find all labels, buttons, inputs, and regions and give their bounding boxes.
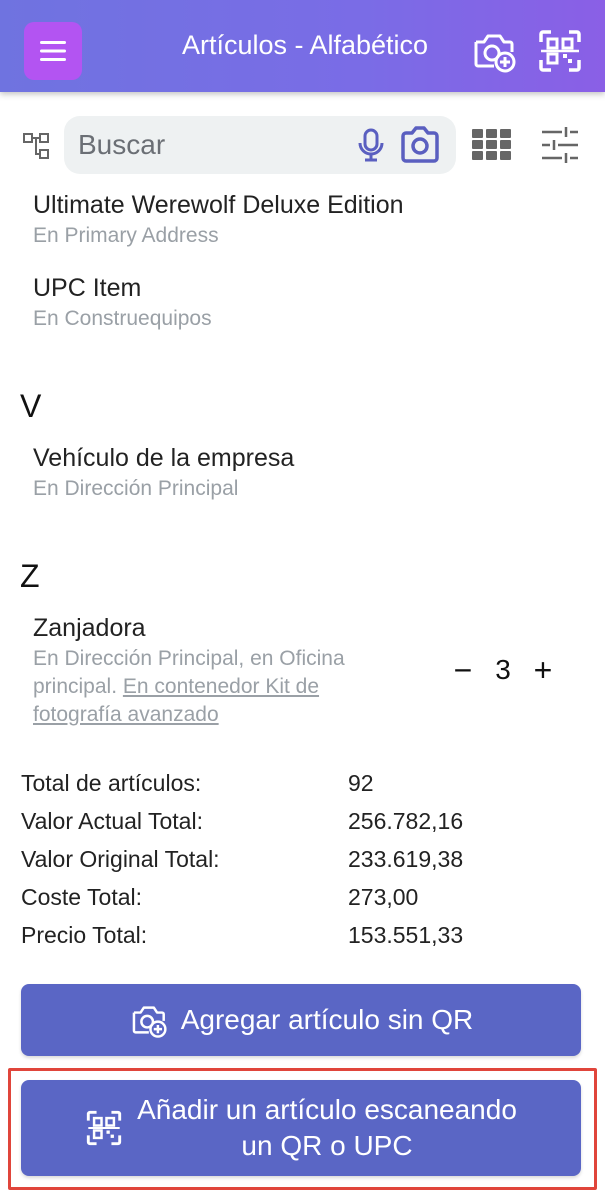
- decrement-button[interactable]: −: [448, 652, 478, 689]
- list-item[interactable]: Zanjadora En Dirección Principal, en Ofi…: [33, 613, 403, 729]
- totals-label: Valor Original Total:: [21, 846, 220, 872]
- increment-button[interactable]: +: [528, 652, 558, 689]
- totals-label: Coste Total:: [21, 884, 143, 910]
- item-location: En Primary Address: [33, 224, 219, 247]
- list-item[interactable]: Vehículo de la empresa En Dirección Prin…: [33, 443, 294, 503]
- totals-label: Valor Actual Total:: [21, 808, 203, 834]
- quantity-value: 3: [495, 654, 511, 685]
- totals-value: 256.782,16: [348, 808, 464, 834]
- add-item-by-scan-label-line1: Añadir un artículo escaneando: [137, 1094, 517, 1125]
- totals-value: 92: [348, 770, 374, 796]
- totals-value: 273,00: [348, 884, 419, 910]
- app-header: Artículos - Alfabético: [0, 0, 605, 92]
- item-location: En Dirección Principal: [33, 477, 239, 500]
- section-header-v: V: [20, 388, 42, 424]
- totals-row: Valor Original Total: 233.619,38: [21, 846, 541, 884]
- qr-scan-icon: [86, 1110, 122, 1146]
- add-item-by-scan-button[interactable]: Añadir un artículo escaneando un QR o UP…: [21, 1080, 581, 1176]
- location-tree-icon[interactable]: [22, 131, 52, 161]
- item-name: Zanjadora: [33, 614, 146, 642]
- microphone-icon[interactable]: [354, 128, 388, 162]
- totals-value: 153.551,33: [348, 922, 464, 948]
- totals-row: Coste Total: 273,00: [21, 884, 541, 922]
- qr-scan-icon[interactable]: [537, 28, 583, 74]
- list-item[interactable]: Ultimate Werewolf Deluxe Edition En Prim…: [33, 190, 404, 250]
- menu-button[interactable]: [24, 22, 82, 80]
- camera-icon[interactable]: [400, 126, 440, 164]
- add-item-by-scan-label: Añadir un artículo escaneando un QR o UP…: [137, 1092, 517, 1164]
- item-name: Vehículo de la empresa: [33, 444, 295, 472]
- totals-row: Precio Total: 153.551,33: [21, 922, 541, 960]
- camera-plus-icon[interactable]: [470, 28, 516, 74]
- item-name: Ultimate Werewolf Deluxe Edition: [33, 191, 404, 219]
- add-item-by-scan-label-line2: un QR o UPC: [241, 1130, 413, 1161]
- hamburger-menu-icon: [40, 41, 66, 61]
- section-header-z: Z: [20, 558, 40, 594]
- totals-value: 233.619,38: [348, 846, 464, 872]
- search-bar: [64, 116, 456, 174]
- add-item-without-qr-button[interactable]: Agregar artículo sin QR: [21, 984, 581, 1056]
- filter-sliders-icon[interactable]: [540, 126, 580, 164]
- page-title: Artículos - Alfabético: [181, 30, 429, 60]
- item-name: UPC Item: [33, 274, 142, 302]
- totals-label: Total de artículos:: [21, 770, 202, 796]
- quantity-stepper: − 3 +: [448, 650, 558, 690]
- add-item-without-qr-label: Agregar artículo sin QR: [180, 1004, 474, 1035]
- item-location: En Dirección Principal, en Oficina princ…: [33, 645, 403, 729]
- list-item[interactable]: UPC Item En Construequipos: [33, 273, 212, 333]
- totals-label: Precio Total:: [21, 922, 148, 948]
- search-input[interactable]: [78, 126, 338, 164]
- totals-summary: Total de artículos: 92 Valor Actual Tota…: [21, 770, 541, 960]
- totals-row: Valor Actual Total: 256.782,16: [21, 808, 541, 846]
- totals-row: Total de artículos: 92: [21, 770, 541, 808]
- item-location: En Construequipos: [33, 307, 212, 330]
- camera-plus-icon: [132, 1006, 167, 1038]
- grid-view-icon[interactable]: [472, 129, 512, 161]
